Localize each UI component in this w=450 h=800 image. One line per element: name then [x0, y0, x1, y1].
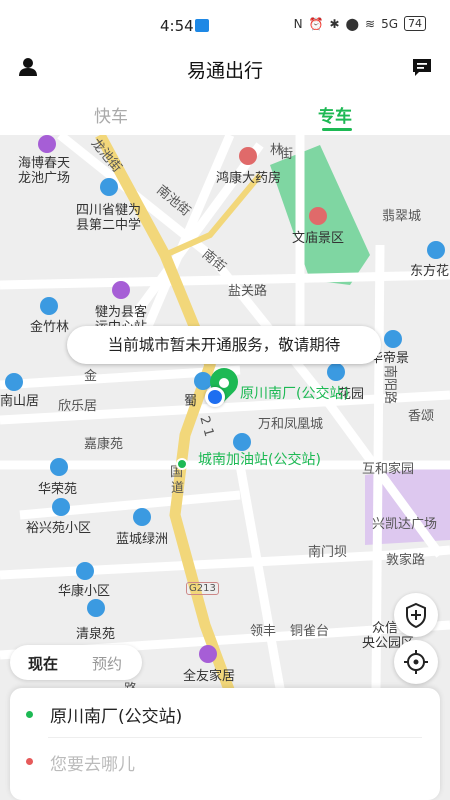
map-label: 文庙景区 [292, 231, 345, 246]
pickup-location[interactable]: 原川南厂(公交站) [50, 702, 182, 727]
end-dot-icon [26, 758, 33, 765]
map-label: 万和凤凰城 [258, 417, 324, 432]
residence-icon [76, 562, 94, 580]
battery-indicator: 74 [404, 16, 426, 31]
map-label: 敦家路 [386, 553, 426, 568]
residence-icon [52, 498, 70, 516]
residence-icon [384, 330, 402, 348]
pickup-label: 原川南厂(公交站) [240, 386, 349, 402]
map-label: 互和家园 [362, 462, 415, 477]
map-label: 香颂 [408, 409, 435, 424]
tab-special-car[interactable]: 专车 [318, 102, 352, 127]
pin-center [219, 378, 229, 388]
map-label: 嘉康苑 [84, 437, 124, 452]
active-tab-indicator [322, 128, 352, 131]
gas-station-label: 城南加油站(公交站) [198, 452, 321, 468]
safety-button[interactable] [394, 593, 438, 637]
map-label: 金竹林 [30, 320, 70, 335]
shield-plus-icon [406, 602, 426, 629]
scenic-icon [309, 207, 327, 225]
time-toggle: 现在 预约 [10, 645, 142, 680]
app-header: 易通出行 [0, 50, 450, 90]
map-label: 华康小区 [58, 584, 111, 599]
status-icons: N ⏰ ✱ ⬤ ≋ 5G 74 [294, 16, 426, 31]
poi-purple-icon [38, 135, 56, 153]
toggle-now[interactable]: 现在 [28, 653, 58, 674]
map-label: 街 [280, 147, 294, 162]
status-bar: 4:54 N ⏰ ✱ ⬤ ≋ 5G 74 [0, 0, 450, 50]
map-label: 龙池广场 [18, 171, 71, 186]
shop-icon [199, 645, 217, 663]
map-label: 县第二中学 [76, 218, 142, 233]
map-label: 金 [84, 369, 98, 384]
map-label: 蓝城绿洲 [116, 532, 169, 547]
message-icon[interactable] [411, 56, 433, 78]
service-unavailable-tooltip: 当前城市暂未开通服务，敬请期待 [67, 326, 381, 364]
current-location-marker [205, 387, 225, 407]
map-label: 兴凯达广场 [372, 517, 438, 532]
map-label: 清泉苑 [76, 627, 116, 642]
map-label: 南山居 [0, 394, 40, 409]
map-label: 铜雀台 [290, 624, 330, 639]
map-label: 翡翠城 [382, 209, 422, 224]
map-label: G213 [186, 582, 219, 595]
map-label: 全友家居 [183, 669, 236, 684]
residence-icon [5, 373, 23, 391]
toggle-book[interactable]: 预约 [92, 653, 122, 674]
destination-input[interactable]: 您要去哪儿 [50, 750, 135, 775]
app-notification-icon [195, 19, 209, 32]
map-label: 盐关路 [228, 284, 268, 299]
residence-icon [327, 363, 345, 381]
map-label: 南阳路 [382, 364, 398, 405]
residence-icon [50, 458, 68, 476]
status-time: 4:54 [160, 17, 194, 35]
locate-button[interactable] [394, 640, 438, 684]
school-icon [100, 178, 118, 196]
map-label: 蜀 [184, 394, 198, 409]
service-tabs: 快车 专车 [0, 90, 450, 135]
target-icon [404, 650, 428, 674]
alarm-icon: ⏰ [308, 16, 324, 31]
divider [48, 737, 422, 738]
tab-fast-car[interactable]: 快车 [94, 102, 128, 127]
pharmacy-icon [239, 147, 257, 165]
nfc-icon: N [293, 16, 303, 31]
residence-icon [133, 508, 151, 526]
wifi-icon: ≋ [365, 16, 376, 31]
signal-icon: 5G [381, 16, 398, 31]
map-label: 领丰 [250, 624, 277, 639]
bus-station-icon [112, 281, 130, 299]
map-label: 东方花 [410, 264, 450, 279]
map-label: 鸿康大药房 [216, 171, 282, 186]
trip-card: 原川南厂(公交站) 您要去哪儿 [10, 688, 440, 800]
map-label: 道 [171, 481, 185, 496]
location-icon: ⬤ [345, 16, 359, 31]
page-title: 易通出行 [186, 60, 263, 82]
residence-icon [40, 297, 58, 315]
map-label: 华荣苑 [38, 482, 78, 497]
station-marker[interactable] [176, 458, 188, 470]
map-label: 南门坝 [308, 545, 348, 560]
residence-icon [427, 241, 445, 259]
residence-icon [87, 599, 105, 617]
map-label: 欣乐居 [58, 399, 98, 414]
start-dot-icon [26, 711, 33, 718]
bluetooth-icon: ✱ [329, 16, 340, 31]
map-label: 裕兴苑小区 [26, 521, 92, 536]
